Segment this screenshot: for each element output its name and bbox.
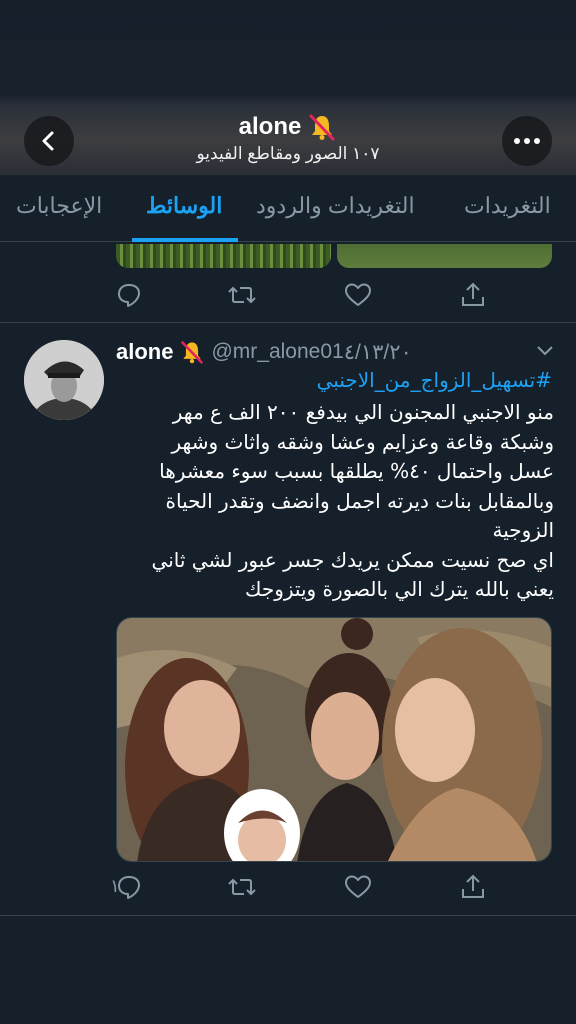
tweet-text-line: يعني بالله يترك الي بالصورة ويتزوجك [245, 577, 554, 601]
tab-media[interactable]: الوسائط [146, 193, 222, 219]
tweet-author-name[interactable]: alone [116, 339, 173, 365]
previous-tweet-image-1[interactable] [116, 244, 331, 268]
tweet-actions: ١ [104, 872, 504, 902]
reply-count: ١ [110, 876, 120, 897]
tweet-text-line: عسل واحتمال ٤٠% يطلقها بسبب سوء معشرها [159, 459, 554, 483]
heart-icon [345, 875, 371, 898]
share-button[interactable] [460, 280, 490, 310]
avatar-portrait-icon [24, 340, 104, 420]
tab-tweets-and-replies[interactable]: التغريدات والردود [256, 193, 415, 219]
tweet-text-line: منو الاجنبي المجنون الي بيدفع ٢٠٠ الف ع … [172, 400, 554, 424]
tweet-text-line: وبالمقابل بنات ديرته اجمل وانضف وتقدر ال… [165, 488, 555, 513]
chevron-left-icon [42, 131, 54, 151]
profile-name-row: alone [239, 112, 338, 142]
chevron-down-icon[interactable] [536, 344, 554, 358]
retweet-icon [228, 286, 256, 304]
previous-tweet-image-2[interactable] [337, 244, 552, 268]
retweet-icon [228, 878, 256, 896]
tweet-text-line: الزوجية [492, 518, 554, 542]
like-button[interactable] [344, 872, 374, 902]
tweet-text: منو الاجنبي المجنون الي بيدفع ٢٠٠ الف ع … [116, 398, 554, 605]
muted-bell-icon [309, 114, 335, 141]
reply-icon [118, 876, 140, 899]
profile-tabs: التغريدات التغريدات والردود الوسائط الإع… [0, 175, 576, 242]
header-title: alone ١٠٧ الصور ومقاطع الفيديو [140, 112, 436, 164]
retweet-button[interactable] [228, 872, 258, 902]
more-options-button[interactable] [502, 116, 552, 166]
reply-button[interactable] [116, 280, 146, 310]
like-button[interactable] [344, 280, 374, 310]
share-icon [462, 874, 484, 898]
tweet-text-line: اي صح نسيت ممكن يريدك جسر عبور لشي ثاني [151, 547, 554, 572]
tweet-date: ٤/١٣/٢٠ [343, 340, 412, 364]
reply-icon [118, 284, 140, 307]
tab-likes[interactable]: الإعجابات [16, 193, 102, 219]
tweet-text-line: وشبكة وقاعة وعزايم وعشا وشقه واثاث وشهر [171, 429, 554, 454]
tweet-header: alone @mr_alone01 ٤/١٣/٢٠ [116, 336, 536, 368]
retweet-button[interactable] [228, 280, 258, 310]
tweet-author-handle[interactable]: @mr_alone01 [211, 340, 343, 364]
reply-button[interactable]: ١ [110, 872, 146, 902]
tweet-photo[interactable] [116, 617, 552, 862]
heart-icon [345, 283, 371, 306]
back-button[interactable] [24, 116, 74, 166]
tweet-hashtag[interactable]: #تسهيل_الزواج_من_الاجنبي [116, 368, 552, 392]
active-tab-indicator [132, 238, 238, 242]
previous-tweet-actions [104, 280, 504, 310]
tab-tweets[interactable]: التغريدات [464, 193, 551, 219]
group-photo-image [117, 618, 551, 861]
share-icon [462, 282, 484, 306]
media-count: ١٠٧ الصور ومقاطع الفيديو [196, 144, 380, 163]
avatar[interactable] [24, 340, 104, 420]
tweet-divider [0, 322, 576, 323]
share-button[interactable] [460, 872, 490, 902]
tweet-divider [0, 915, 576, 916]
profile-name: alone [238, 113, 302, 140]
more-horizontal-icon [514, 138, 540, 144]
muted-bell-icon [181, 341, 204, 364]
